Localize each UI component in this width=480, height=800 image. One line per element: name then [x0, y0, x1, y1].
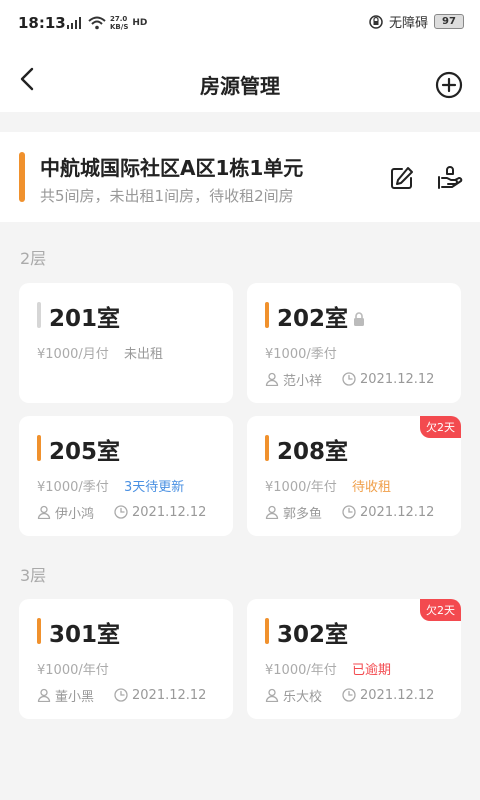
hand-over-button[interactable]: [436, 164, 464, 192]
plus-circle-icon: [435, 71, 463, 99]
person-icon: [37, 688, 51, 702]
room-meta: 董小黑 2021.12.12: [37, 687, 207, 705]
room-card-202[interactable]: 202室 ¥1000/季付 范小祥 2021.12.12: [247, 283, 461, 403]
room-price: ¥1000/季付: [265, 347, 337, 362]
lease-date: 2021.12.12: [132, 687, 207, 703]
edit-building-button[interactable]: [388, 164, 416, 192]
clock-icon: [114, 505, 128, 519]
lease-date: 2021.12.12: [360, 504, 435, 520]
lease-date: 2021.12.12: [360, 687, 435, 703]
room-status: 已逾期: [352, 663, 392, 678]
lock-icon: [354, 312, 364, 326]
clock-icon: [342, 372, 356, 386]
battery-icon: 97: [434, 14, 464, 29]
room-meta: 郭多鱼 2021.12.12: [265, 504, 435, 522]
net-speed: 27.0 KB/S: [110, 15, 129, 31]
room-price: ¥1000/月付: [37, 347, 109, 362]
room-name: 301室: [49, 622, 121, 648]
room-accent-bar: [37, 435, 41, 461]
room-status: 3天待更新: [124, 480, 185, 495]
network-type: HD: [132, 18, 148, 28]
add-room-button[interactable]: [434, 70, 464, 100]
room-price: ¥1000/年付: [265, 663, 337, 678]
page-title: 房源管理: [200, 74, 280, 98]
edit-icon: [391, 167, 413, 189]
room-name: 205室: [49, 439, 121, 465]
room-meta: 伊小鸿 2021.12.12: [37, 504, 207, 522]
status-right: 无障碍 97: [369, 12, 464, 31]
tenant-name: 董小黑: [55, 689, 95, 705]
room-name: 201室: [49, 306, 121, 332]
status-bar: 18:13 27.0 KB/S HD 无障碍 97: [0, 0, 480, 46]
lease-date: 2021.12.12: [132, 504, 207, 520]
person-icon: [265, 505, 279, 519]
room-price: ¥1000/年付: [265, 480, 337, 495]
room-accent-bar: [265, 435, 269, 461]
tenant-name: 郭多鱼: [283, 506, 323, 522]
tenant-name: 乐大校: [283, 689, 323, 705]
room-card-208[interactable]: 欠2天 208室 ¥1000/年付 待收租 郭多鱼 2021.12.12: [247, 416, 461, 536]
room-status: 待收租: [352, 480, 392, 495]
room-name: 302室: [277, 622, 349, 648]
room-name: 202室: [277, 306, 349, 332]
accessibility-label: 无障碍: [388, 16, 428, 31]
room-status: 未出租: [124, 347, 164, 362]
room-card-201[interactable]: 201室 ¥1000/月付 未出租: [19, 283, 233, 403]
room-accent-bar: [37, 302, 41, 328]
person-icon: [265, 372, 279, 386]
room-meta: 乐大校 2021.12.12: [265, 687, 435, 705]
room-card-301[interactable]: 301室 ¥1000/年付 董小黑 2021.12.12: [19, 599, 233, 719]
clock-icon: [114, 688, 128, 702]
room-accent-bar: [37, 618, 41, 644]
room-price: ¥1000/年付: [37, 663, 109, 678]
hand-icon: [438, 166, 463, 189]
lease-date: 2021.12.12: [360, 371, 435, 387]
room-accent-bar: [265, 302, 269, 328]
room-name: 208室: [277, 439, 349, 465]
floor-label: 3层: [20, 566, 47, 585]
person-icon: [265, 688, 279, 702]
clock-icon: [342, 505, 356, 519]
tenant-name: 范小祥: [283, 373, 323, 389]
room-accent-bar: [265, 618, 269, 644]
clock-icon: [342, 688, 356, 702]
floor-label: 2层: [20, 249, 47, 268]
overdue-badge: 欠2天: [420, 599, 461, 621]
room-meta: 范小祥 2021.12.12: [265, 371, 435, 389]
nav-bar: 房源管理: [0, 46, 480, 112]
accessibility-icon: [369, 14, 383, 29]
building-name: 中航城国际社区A区1栋1单元: [40, 156, 304, 180]
room-card-302[interactable]: 欠2天 302室 ¥1000/年付 已逾期 乐大校 2021.12.12: [247, 599, 461, 719]
room-card-205[interactable]: 205室 ¥1000/季付 3天待更新 伊小鸿 2021.12.12: [19, 416, 233, 536]
building-accent-bar: [19, 152, 25, 202]
status-icons: 27.0 KB/S HD: [66, 13, 147, 33]
building-summary: 共5间房，未出租1间房，待收租2间房: [40, 187, 294, 205]
status-time: 18:13: [18, 14, 66, 32]
wifi-icon: [88, 16, 106, 30]
person-icon: [37, 505, 51, 519]
room-price: ¥1000/季付: [37, 480, 109, 495]
signal-icon: [67, 17, 81, 29]
overdue-badge: 欠2天: [420, 416, 461, 438]
tenant-name: 伊小鸿: [55, 506, 95, 522]
